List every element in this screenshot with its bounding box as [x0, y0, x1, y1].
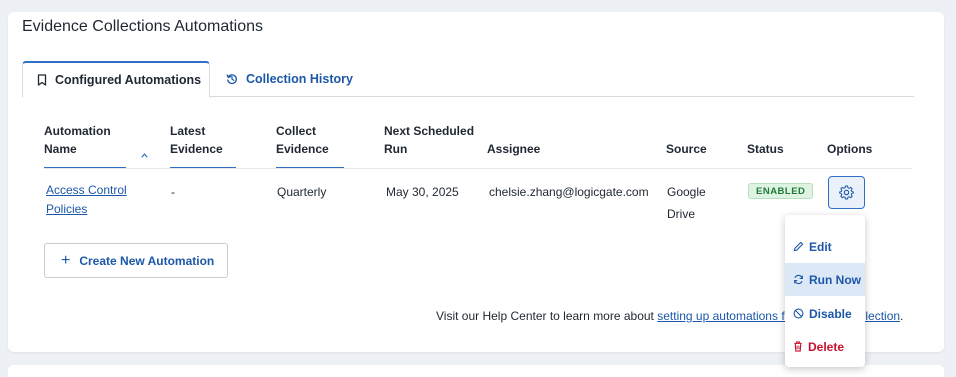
create-new-automation-button[interactable]: + Create New Automation — [44, 243, 228, 278]
history-icon — [226, 74, 237, 85]
bookmark-icon — [37, 74, 47, 86]
cell-collect-evidence: Quarterly — [277, 185, 327, 199]
sort-ascending-icon[interactable] — [141, 153, 148, 158]
options-button[interactable] — [828, 176, 865, 209]
header-latest-evidence[interactable]: Latest Evidence — [170, 122, 236, 168]
plus-icon: + — [61, 251, 71, 269]
header-collect-evidence[interactable]: Collect Evidence — [276, 122, 344, 168]
status-badge: ENABLED — [748, 183, 814, 199]
cell-next-run: May 30, 2025 — [386, 185, 459, 199]
cell-source: Google Drive — [667, 185, 706, 221]
header-divider — [44, 168, 912, 169]
trash-icon — [794, 341, 802, 352]
pencil-icon — [793, 241, 804, 252]
header-next-scheduled-run: Next Scheduled Run — [384, 124, 475, 156]
menu-item-edit[interactable]: Edit — [785, 230, 865, 263]
menu-item-disable[interactable]: Disable — [785, 297, 865, 330]
page-title: Evidence Collections Automations — [22, 18, 264, 35]
header-automation-name[interactable]: Automation Name — [44, 122, 126, 168]
tab-configured-automations[interactable]: Configured Automations — [22, 61, 210, 98]
tab-collection-history[interactable]: Collection History — [226, 61, 353, 97]
menu-item-run-now[interactable]: Run Now — [785, 263, 865, 296]
cell-latest-evidence: - — [171, 185, 175, 199]
header-options: Options — [827, 142, 873, 156]
menu-item-delete[interactable]: Delete — [785, 330, 865, 363]
header-source: Source — [666, 142, 707, 156]
tab-label: Collection History — [246, 72, 353, 86]
block-icon — [793, 308, 804, 319]
tab-label: Configured Automations — [55, 73, 202, 87]
options-menu: Edit Run Now Disable Delete — [785, 215, 865, 367]
header-status: Status — [747, 142, 784, 156]
gear-icon — [839, 185, 854, 200]
header-assignee: Assignee — [487, 142, 541, 156]
tab-bar: Configured Automations Collection Histor… — [22, 61, 914, 98]
refresh-icon — [794, 274, 803, 285]
cell-assignee: chelsie.zhang@logicgate.com — [489, 185, 649, 199]
automation-name-link[interactable]: Access Control Policies — [46, 181, 127, 219]
